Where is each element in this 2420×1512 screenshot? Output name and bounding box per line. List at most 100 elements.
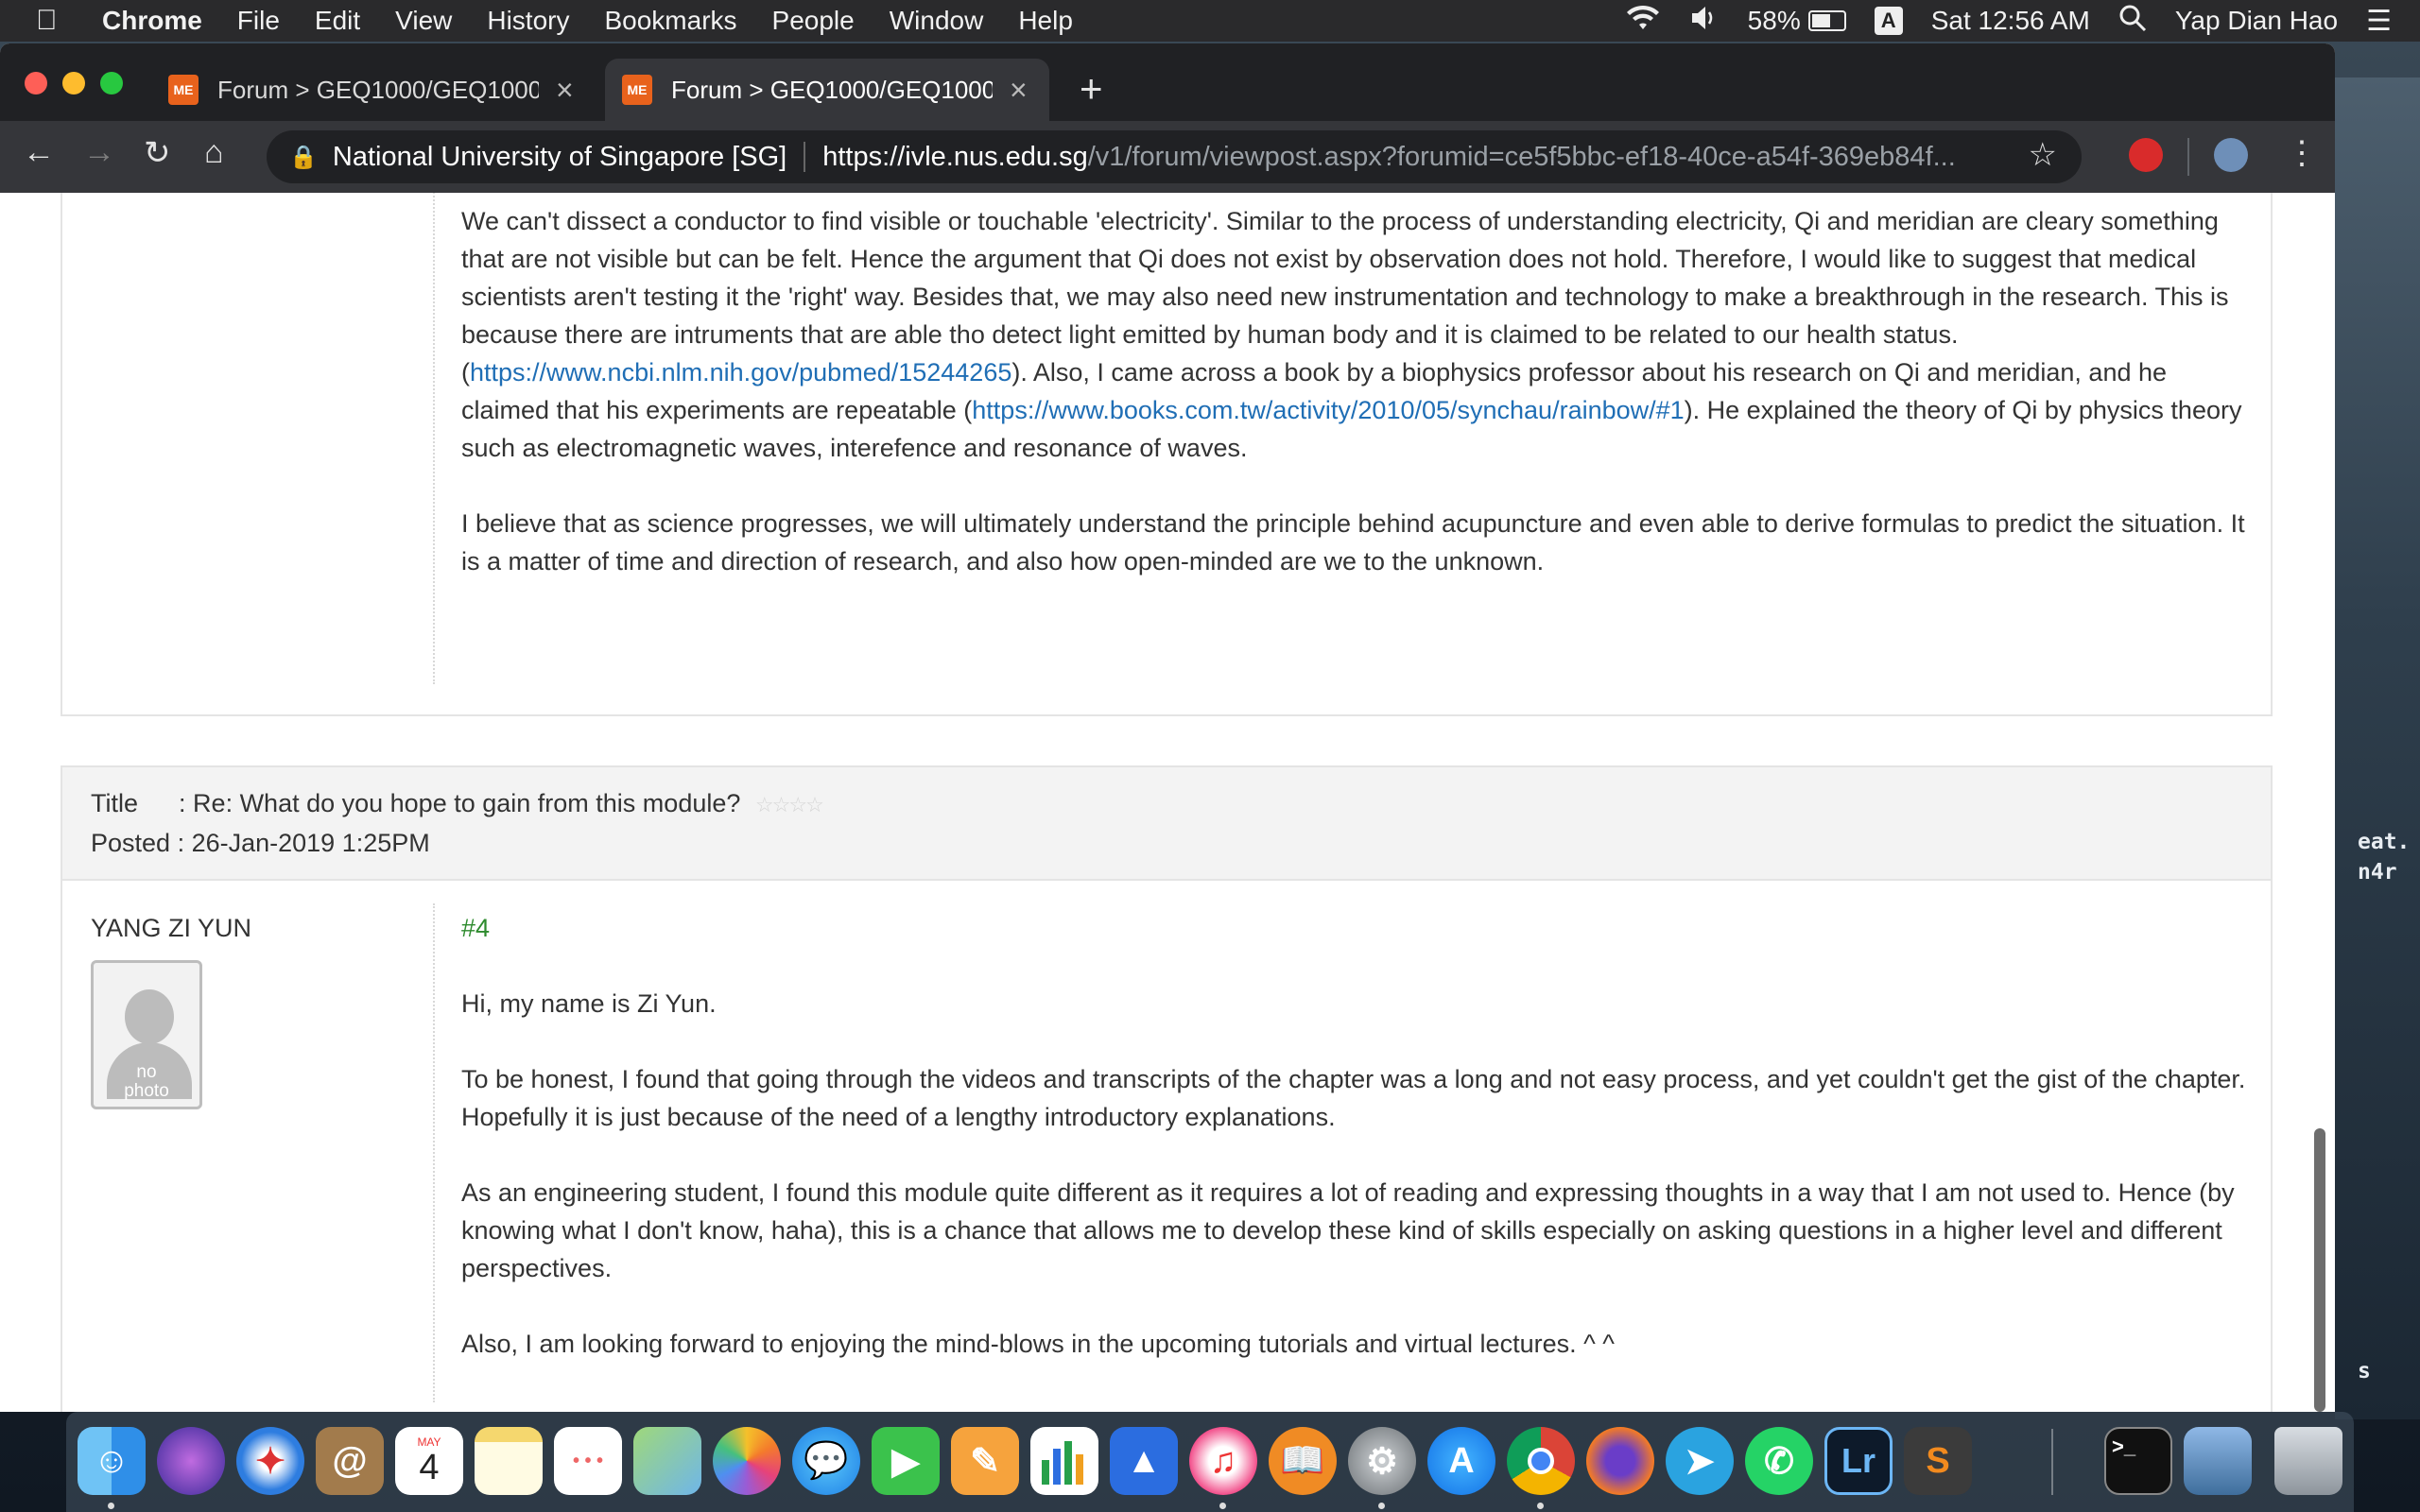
pubmed-link[interactable]: https://www.ncbi.nlm.nih.gov/pubmed/1524… [470, 358, 1011, 387]
notification-center-icon[interactable]: ☰ [2366, 5, 2392, 38]
tab-forum-1[interactable]: ME Forum > GEQ1000/GEQ1000H × [151, 59, 596, 121]
whatsapp-icon[interactable]: ✆ [1745, 1427, 1813, 1495]
forum-favicon-icon: ME [622, 75, 652, 105]
avatar-text: photo [124, 1081, 169, 1101]
avatar-head-icon [125, 989, 174, 1044]
menu-app-chrome[interactable]: Chrome [102, 6, 202, 36]
maps-icon[interactable] [633, 1427, 701, 1495]
zoom-window-button[interactable] [100, 72, 123, 94]
terminal-icon[interactable]: >_ [2104, 1427, 2172, 1495]
post-paragraph: I believe that as science progresses, we… [461, 509, 2245, 576]
telegram-icon[interactable]: ➤ [1666, 1427, 1734, 1495]
itunes-icon[interactable]: ♫ [1189, 1427, 1257, 1495]
running-indicator [1378, 1503, 1385, 1509]
rating-stars-icon[interactable]: ☆☆☆☆ [755, 793, 824, 816]
app-store-icon[interactable]: A [1427, 1427, 1495, 1495]
clock[interactable]: Sat 12:56 AM [1931, 6, 2090, 36]
running-indicator [1537, 1503, 1544, 1509]
browser-toolbar: ← → ↻ ⌂ 🔒 National University of Singapo… [0, 121, 2335, 193]
post-paragraph: To be honest, I found that going through… [461, 1065, 2246, 1131]
menu-help[interactable]: Help [1018, 6, 1073, 36]
url-path[interactable]: /v1/forum/viewpost.aspx?forumid=ce5f5bbc… [1088, 142, 2033, 173]
profile-avatar-icon[interactable] [2214, 138, 2248, 172]
trash-icon[interactable] [2274, 1427, 2342, 1495]
new-tab-icon[interactable]: + [1080, 66, 1103, 112]
menu-bookmarks[interactable]: Bookmarks [604, 6, 736, 36]
forward-icon[interactable]: → [83, 134, 115, 171]
reload-icon[interactable]: ↻ [144, 134, 171, 172]
calendar-icon[interactable]: MAY 4 [395, 1427, 463, 1495]
address-bar[interactable]: 🔒 National University of Singapore [SG] … [267, 130, 2082, 183]
chrome-window: ME Forum > GEQ1000/GEQ1000H × ME Forum >… [0, 43, 2335, 1412]
spotlight-search-icon[interactable] [2118, 4, 2147, 39]
siri-icon[interactable] [157, 1427, 225, 1495]
omnibox-separator [804, 142, 806, 172]
running-indicator [108, 1503, 114, 1509]
url-host[interactable]: https://ivle.nus.edu.sg [822, 142, 1088, 173]
menu-history[interactable]: History [487, 6, 569, 36]
calendar-month: MAY [417, 1435, 441, 1449]
battery-percent: 58% [1747, 6, 1801, 35]
photos-icon[interactable] [713, 1427, 781, 1495]
dock-separator [2051, 1429, 2053, 1495]
notes-icon[interactable] [475, 1427, 543, 1495]
lock-icon[interactable]: 🔒 [289, 144, 318, 171]
avatar[interactable]: no photo [91, 960, 202, 1109]
finder-icon[interactable]: ☺ [78, 1427, 146, 1495]
post-header: Title : Re: What do you hope to gain fro… [60, 765, 2273, 881]
contacts-icon[interactable]: @ [316, 1427, 384, 1495]
avatar-placeholder-text: no photo [94, 1063, 199, 1101]
menu-view[interactable]: View [395, 6, 452, 36]
site-identity[interactable]: National University of Singapore [SG] [333, 142, 786, 173]
back-icon[interactable]: ← [23, 134, 55, 171]
wifi-icon[interactable] [1625, 4, 1661, 39]
page-scrollbar[interactable] [2314, 1128, 2325, 1412]
tab-strip: ME Forum > GEQ1000/GEQ1000H × ME Forum >… [0, 43, 2335, 121]
books-link[interactable]: https://www.books.com.tw/activity/2010/0… [972, 396, 1684, 424]
desktop-window-text: n4r [2358, 860, 2397, 885]
safari-icon[interactable]: ✦ [236, 1427, 304, 1495]
post-number[interactable]: #4 [461, 909, 2248, 947]
menu-window[interactable]: Window [890, 6, 984, 36]
post-paragraph: We can't dissect a conductor to find vis… [461, 202, 2248, 467]
minimize-window-button[interactable] [62, 72, 85, 94]
post-paragraph: Also, I am looking forward to enjoying t… [461, 1330, 1615, 1358]
battery-level [1811, 14, 1830, 27]
input-source-icon[interactable]: A [1874, 7, 1903, 35]
messages-icon[interactable]: 💬 [792, 1427, 860, 1495]
preview-icon[interactable] [2184, 1427, 2252, 1495]
lightroom-icon[interactable]: Lr [1824, 1427, 1893, 1495]
chrome-icon[interactable] [1507, 1427, 1575, 1495]
volume-icon[interactable] [1689, 5, 1720, 38]
keynote-icon[interactable]: ▲ [1110, 1427, 1178, 1495]
numbers-icon[interactable] [1030, 1427, 1098, 1495]
tab-forum-2[interactable]: ME Forum > GEQ1000/GEQ1000H × [605, 59, 1049, 121]
sublime-text-icon[interactable]: S [1904, 1427, 1972, 1495]
chrome-menu-icon[interactable]: ⋮ [2286, 134, 2318, 172]
desktop-window-text: s [2358, 1359, 2371, 1383]
reminders-icon[interactable]: • • • [554, 1427, 622, 1495]
menu-file[interactable]: File [237, 6, 280, 36]
system-preferences-icon[interactable]: ⚙ [1348, 1427, 1416, 1495]
home-icon[interactable]: ⌂ [204, 134, 224, 171]
adblock-extension-icon[interactable] [2129, 138, 2163, 172]
tab-close-icon[interactable]: × [1010, 73, 1028, 108]
macos-menu-bar:  Chrome File Edit View History Bookmark… [0, 0, 2420, 42]
apple-menu-icon[interactable]:  [36, 5, 74, 37]
calendar-day: 4 [419, 1448, 440, 1487]
previous-post-text: We can't dissect a conductor to find vis… [461, 202, 2248, 618]
firefox-icon[interactable] [1586, 1427, 1654, 1495]
menu-people[interactable]: People [772, 6, 855, 36]
facetime-icon[interactable]: ▶ [872, 1427, 940, 1495]
close-window-button[interactable] [25, 72, 47, 94]
post-title-row: Title : Re: What do you hope to gain fro… [91, 784, 2242, 824]
battery-icon[interactable] [1807, 10, 1846, 31]
user-name[interactable]: Yap Dian Hao [2175, 6, 2338, 36]
pages-icon[interactable]: ✎ [951, 1427, 1019, 1495]
menu-edit[interactable]: Edit [315, 6, 360, 36]
previous-post-body: We can't dissect a conductor to find vis… [60, 193, 2273, 716]
ibooks-icon[interactable]: 📖 [1269, 1427, 1337, 1495]
tab-close-icon[interactable]: × [556, 73, 574, 108]
author-name[interactable]: YANG ZI YUN [91, 909, 251, 947]
bookmark-star-icon[interactable]: ☆ [2029, 136, 2057, 174]
